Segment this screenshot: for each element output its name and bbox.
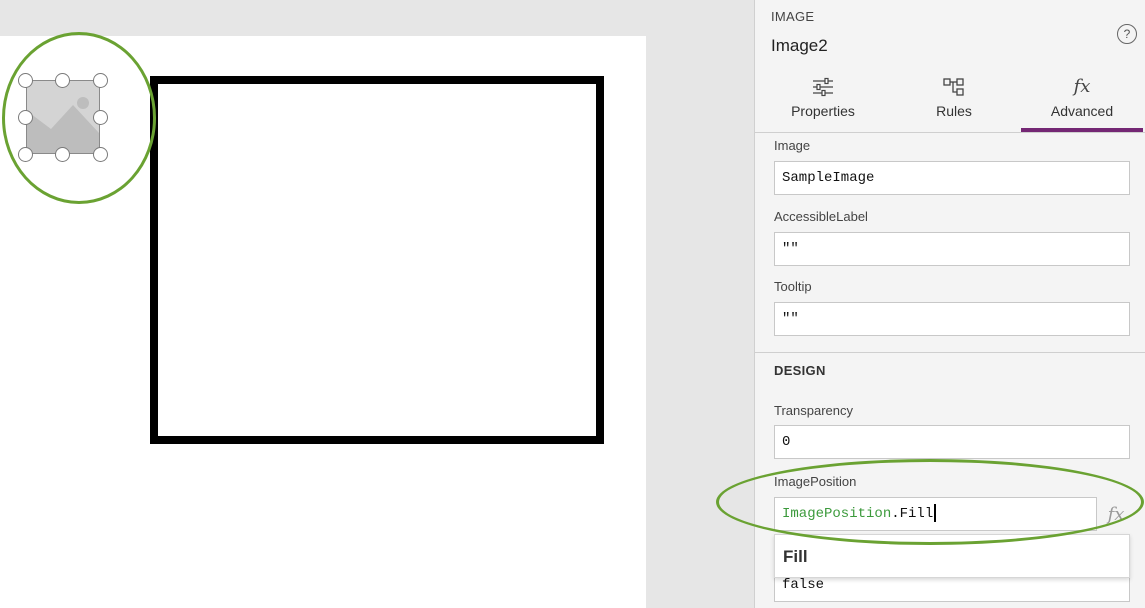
rectangle-shape[interactable]	[150, 76, 604, 444]
control-name[interactable]: Image2	[771, 36, 828, 56]
fx-icon[interactable]: fx	[1101, 500, 1131, 530]
tab-label: Rules	[936, 103, 972, 119]
resize-handle[interactable]	[55, 73, 70, 88]
formula-keyword: ImagePosition	[782, 506, 892, 522]
image-property-field[interactable]: SampleImage	[774, 161, 1130, 195]
image-placeholder-icon	[26, 80, 100, 154]
design-section-header: DESIGN	[774, 363, 826, 378]
tooltip-property-field[interactable]: ""	[774, 302, 1130, 336]
tooltip-property-label: Tooltip	[774, 279, 812, 294]
tab-rules[interactable]: Rules	[889, 74, 1019, 132]
help-icon[interactable]: ?	[1117, 24, 1137, 44]
imageposition-property-label: ImagePosition	[774, 474, 857, 489]
resize-handle[interactable]	[93, 73, 108, 88]
resize-handle[interactable]	[93, 147, 108, 162]
imageposition-formula-field[interactable]: ImagePosition.Fill	[774, 497, 1097, 531]
rules-icon	[889, 74, 1019, 100]
accessiblelabel-property-field[interactable]: ""	[774, 232, 1130, 266]
control-type-label: IMAGE	[771, 9, 815, 24]
resize-handle[interactable]	[93, 110, 108, 125]
autocomplete-suggestion[interactable]: Fill	[774, 534, 1130, 578]
tab-properties[interactable]: Properties	[758, 74, 888, 132]
text-caret	[934, 504, 937, 523]
canvas-area	[0, 0, 754, 608]
resize-handle[interactable]	[18, 73, 33, 88]
sliders-icon	[758, 74, 888, 100]
image-control[interactable]	[26, 80, 100, 154]
accessiblelabel-property-label: AccessibleLabel	[774, 209, 868, 224]
section-divider	[755, 352, 1145, 353]
tab-advanced[interactable]: fx Advanced	[1021, 74, 1143, 132]
transparency-property-label: Transparency	[774, 403, 853, 418]
tab-label: Properties	[791, 103, 855, 119]
resize-handle[interactable]	[55, 147, 70, 162]
properties-panel: IMAGE Image2 ? Properties Rules fx Advan…	[754, 0, 1145, 608]
transparency-property-field[interactable]: 0	[774, 425, 1130, 459]
formula-suffix: .Fill	[891, 506, 934, 522]
panel-header: IMAGE Image2 ? Properties Rules fx Advan…	[755, 0, 1145, 133]
resize-handle[interactable]	[18, 147, 33, 162]
tab-label: Advanced	[1050, 103, 1114, 119]
image-property-label: Image	[774, 138, 811, 153]
resize-handle[interactable]	[18, 110, 33, 125]
fx-icon: fx	[1073, 76, 1091, 97]
